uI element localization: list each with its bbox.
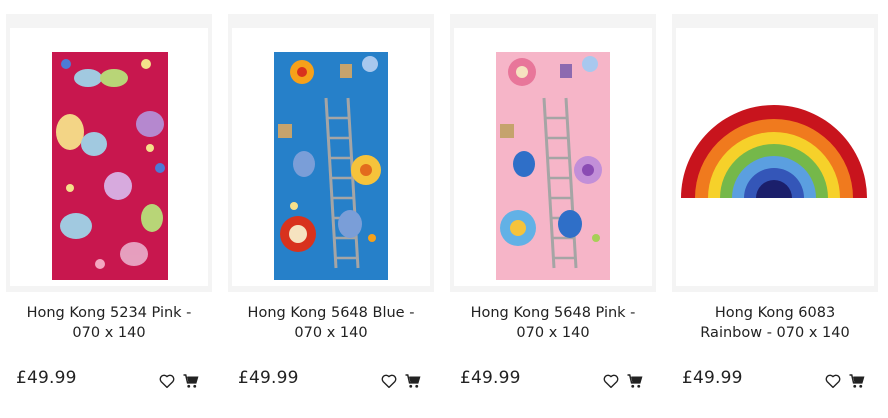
product-image-frame — [6, 14, 212, 292]
product-card: Hong Kong 5648 Blue - 070 x 140 £49.99 — [228, 0, 434, 418]
product-image-frame — [450, 14, 656, 292]
product-title[interactable]: Hong Kong 5648 Pink - 070 x 140 — [450, 303, 656, 343]
product-image[interactable] — [454, 28, 652, 286]
heart-icon[interactable] — [602, 372, 620, 390]
product-image[interactable] — [676, 28, 874, 286]
pink-owl-ladder-rug-image — [496, 52, 610, 280]
product-image[interactable] — [10, 28, 208, 286]
product-image-frame — [228, 14, 434, 292]
product-price: £49.99 — [682, 368, 743, 388]
rainbow-rug-image — [681, 105, 867, 198]
product-card: Hong Kong 6083 Rainbow - 070 x 140 £49.9… — [672, 0, 878, 418]
product-actions — [824, 372, 866, 390]
product-price: £49.99 — [16, 368, 77, 388]
cart-icon[interactable] — [626, 372, 644, 390]
cart-icon[interactable] — [848, 372, 866, 390]
product-title[interactable]: Hong Kong 6083 Rainbow - 070 x 140 — [672, 303, 878, 343]
cart-icon[interactable] — [182, 372, 200, 390]
product-actions — [602, 372, 644, 390]
pink-butterfly-rug-image — [52, 52, 168, 280]
cart-icon[interactable] — [404, 372, 422, 390]
product-title[interactable]: Hong Kong 5234 Pink - 070 x 140 — [6, 303, 212, 343]
heart-icon[interactable] — [158, 372, 176, 390]
product-card: Hong Kong 5234 Pink - 070 x 140 £49.99 — [6, 0, 212, 418]
product-actions — [158, 372, 200, 390]
product-image-frame — [672, 14, 878, 292]
product-title[interactable]: Hong Kong 5648 Blue - 070 x 140 — [228, 303, 434, 343]
product-actions — [380, 372, 422, 390]
product-card: Hong Kong 5648 Pink - 070 x 140 £49.99 — [450, 0, 656, 418]
product-price: £49.99 — [238, 368, 299, 388]
heart-icon[interactable] — [380, 372, 398, 390]
product-price: £49.99 — [460, 368, 521, 388]
heart-icon[interactable] — [824, 372, 842, 390]
blue-owl-ladder-rug-image — [274, 52, 388, 280]
product-image[interactable] — [232, 28, 430, 286]
